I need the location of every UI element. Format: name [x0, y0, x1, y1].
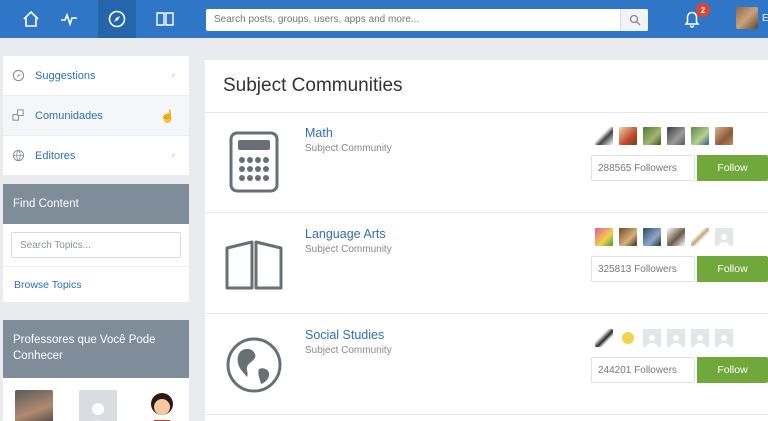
people-avatars: [3, 378, 189, 421]
community-row-social-studies: Social Studies Subject Community 244201 …: [205, 315, 768, 415]
followers-count: 244201 Followers: [591, 357, 695, 383]
avatar[interactable]: [595, 228, 613, 246]
avatar[interactable]: [715, 127, 733, 145]
avatar[interactable]: [619, 127, 637, 145]
sidebar-item-suggestions[interactable]: Suggestions ›: [3, 56, 189, 96]
activity-icon[interactable]: [50, 0, 88, 38]
avatar[interactable]: [619, 228, 637, 246]
avatar[interactable]: [619, 329, 637, 347]
page-title: Subject Communities: [223, 75, 403, 96]
follow-button[interactable]: Follow: [697, 357, 768, 383]
global-search-input[interactable]: Search posts, groups, users, apps and mo…: [206, 9, 648, 31]
avatar[interactable]: [143, 390, 181, 421]
user-placeholder-icon: [718, 234, 730, 246]
avatar[interactable]: [691, 127, 709, 145]
chevron-right-icon: ›: [171, 70, 175, 81]
community-type: Subject Community: [305, 345, 392, 356]
cartoon-avatar-icon: [151, 393, 173, 421]
community-name[interactable]: Language Arts: [305, 227, 386, 241]
community-type: Subject Community: [305, 143, 392, 154]
follow-button[interactable]: Follow: [697, 256, 768, 282]
top-navigation-bar: Search posts, groups, users, apps and mo…: [0, 0, 768, 38]
open-book-icon[interactable]: [221, 226, 287, 296]
calculator-icon[interactable]: [221, 125, 287, 195]
member-avatars: [595, 329, 733, 347]
avatar[interactable]: [79, 390, 117, 421]
sidebar-nav: Suggestions › Comunidades ☝ Editores ›: [3, 56, 189, 176]
browse-topics-link[interactable]: Browse Topics: [3, 266, 189, 302]
sidebar-item-label: Editores: [35, 149, 76, 162]
avatar[interactable]: [691, 329, 709, 347]
sidebar-item-editores[interactable]: Editores ›: [3, 136, 189, 176]
member-avatars: [595, 228, 733, 246]
avatar[interactable]: [667, 329, 685, 347]
notification-badge: 2: [696, 3, 710, 17]
hand-cursor-icon: ☝: [160, 108, 175, 123]
topic-search-input[interactable]: Search Topics...: [11, 232, 181, 258]
home-icon[interactable]: [12, 0, 50, 38]
sidebar-item-label: Comunidades: [35, 109, 103, 122]
find-content-title: Find Content: [3, 184, 189, 224]
people-you-may-know-card: Professores que Você Pode Conhecer: [3, 320, 189, 421]
avatar[interactable]: [667, 228, 685, 246]
followers-count: 325813 Followers: [591, 256, 695, 282]
followers-count: 288565 Followers: [591, 155, 695, 181]
community-row-math: Math Subject Community 288565 Followers …: [205, 113, 768, 213]
avatar[interactable]: [643, 228, 661, 246]
search-icon: [629, 14, 640, 26]
communities-icon: [11, 109, 25, 123]
avatar[interactable]: [715, 329, 733, 347]
follow-button[interactable]: Follow: [697, 155, 768, 181]
find-content-card: Find Content Search Topics... Browse Top…: [3, 184, 189, 302]
user-placeholder-icon: [670, 335, 682, 347]
user-placeholder-icon: [694, 335, 706, 347]
avatar[interactable]: [643, 329, 661, 347]
avatar[interactable]: [667, 127, 685, 145]
avatar[interactable]: [715, 228, 733, 246]
community-type: Subject Community: [305, 244, 392, 255]
people-you-may-know-title: Professores que Você Pode Conhecer: [3, 320, 189, 378]
avatar[interactable]: [643, 127, 661, 145]
topbar-spacer: [0, 38, 768, 44]
community-name[interactable]: Math: [305, 126, 333, 140]
user-placeholder-icon: [646, 335, 658, 347]
community-row-language-arts: Language Arts Subject Community 325813 F…: [205, 214, 768, 314]
subject-communities-panel: Subject Communities Math Subject Communi…: [205, 60, 768, 421]
user-avatar[interactable]: [736, 7, 758, 29]
globe-icon: [11, 149, 25, 163]
sidebar-item-label: Suggestions: [35, 69, 96, 82]
member-avatars: [595, 127, 733, 145]
user-name[interactable]: E: [762, 13, 768, 24]
chevron-right-icon: ›: [171, 150, 175, 161]
book-icon[interactable]: [146, 0, 184, 38]
compass-icon[interactable]: [98, 0, 136, 38]
search-button[interactable]: [620, 9, 648, 31]
avatar[interactable]: [691, 228, 709, 246]
user-placeholder-icon: [718, 335, 730, 347]
avatar[interactable]: [595, 329, 613, 347]
compass-icon: [11, 69, 25, 83]
community-name[interactable]: Social Studies: [305, 328, 384, 342]
user-placeholder-icon: [92, 403, 104, 421]
avatar[interactable]: [15, 390, 53, 421]
avatar[interactable]: [595, 127, 613, 145]
globe-icon[interactable]: [221, 327, 287, 397]
sidebar-item-comunidades[interactable]: Comunidades ☝: [3, 96, 189, 136]
